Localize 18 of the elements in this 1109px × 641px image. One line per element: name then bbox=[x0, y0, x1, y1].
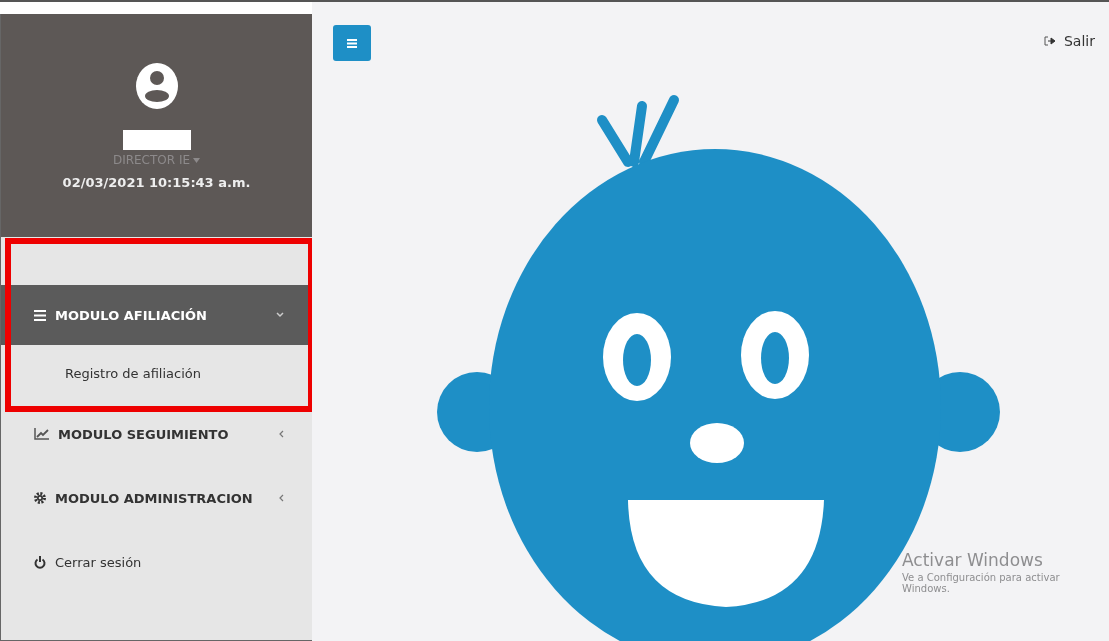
logout-link[interactable]: Salir bbox=[1044, 25, 1095, 57]
user-avatar-icon bbox=[134, 62, 179, 110]
submenu-item[interactable]: Registro de afiliación bbox=[1, 345, 312, 402]
gear-icon bbox=[34, 492, 46, 504]
line-chart-icon bbox=[34, 428, 49, 440]
sign-out-icon bbox=[1044, 36, 1056, 46]
power-icon bbox=[34, 555, 46, 569]
caret-icon bbox=[193, 157, 201, 163]
menu-item[interactable]: MODULO SEGUIMIENTO bbox=[1, 402, 312, 466]
date-time: 02/03/2021 10:15:43 a.m. bbox=[62, 175, 251, 190]
redaction-block bbox=[122, 130, 191, 150]
menu-item[interactable]: MODULO ADMINISTRACION bbox=[1, 466, 312, 530]
activation-notice-text: Ve a Configuración para activar Windows. bbox=[902, 572, 1061, 594]
menu-item[interactable]: Cerrar sesión bbox=[1, 530, 312, 594]
menu-button[interactable] bbox=[333, 25, 371, 61]
activation-notice-title: Activar Windows bbox=[902, 550, 1044, 570]
menu-icon bbox=[347, 38, 357, 48]
list-icon bbox=[34, 309, 46, 321]
